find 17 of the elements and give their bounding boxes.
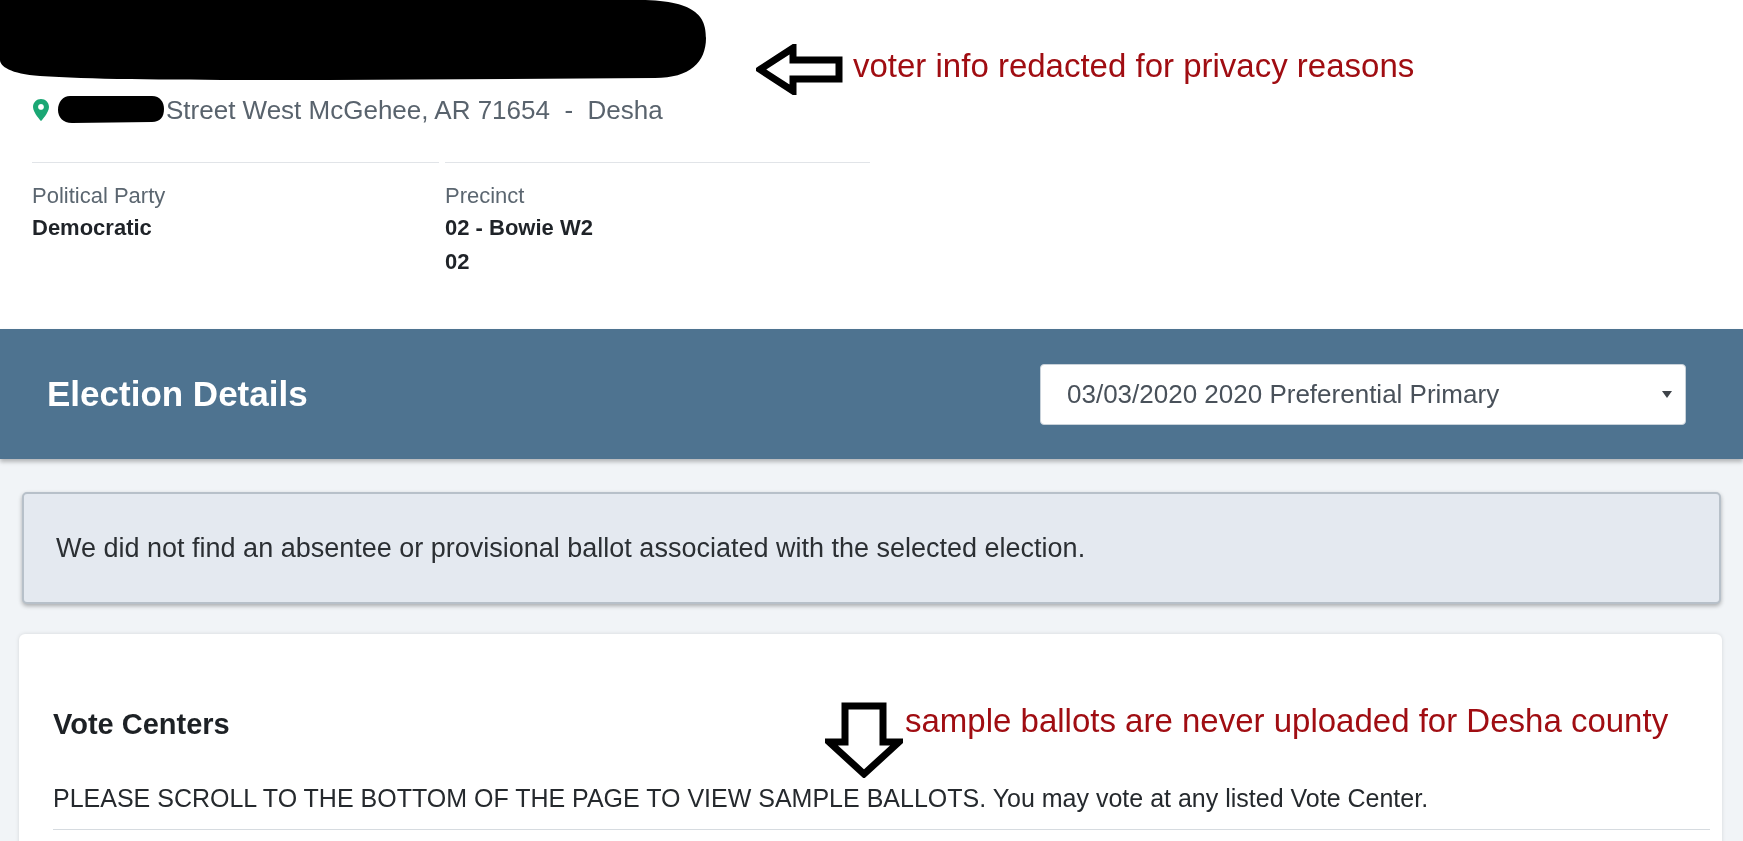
election-select[interactable]: 03/03/2020 2020 Preferential Primary [1040,363,1686,425]
field-value: 02 - Bowie W2 [445,214,593,242]
field-label: Political Party [32,182,166,210]
map-pin-icon [33,98,49,121]
annotation-text: voter info redacted for privacy reasons [853,47,1415,85]
down-arrow-icon [825,702,903,778]
card-title: Vote Centers [53,708,230,740]
instructions-text: PLEASE SCROLL TO THE BOTTOM OF THE PAGE TO VIEW SAMPLE BALLOTS. You may vote at any listed Vote Center. [53,783,1429,813]
left-arrow-icon [756,44,843,95]
annotation-text: sample ballots are never uploaded for Desha county [905,702,1669,740]
address-text: Street West McGehee, AR 71654 - Desha [166,94,663,125]
alert-text: We did not find an absentee or provisional ballot associated with the selected election. [56,532,1086,564]
caret-icon [1662,390,1672,398]
field-value: 02 [445,248,470,276]
section-title: Election Details [47,374,308,414]
field-value: Democratic [32,214,152,242]
field-label: Precinct [445,182,525,210]
